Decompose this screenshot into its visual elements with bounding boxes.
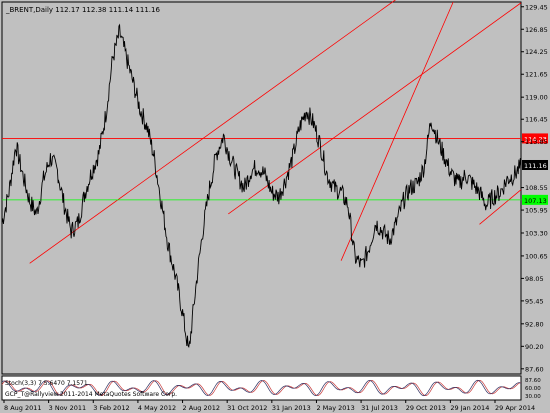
y-tick-label: 103.30 <box>525 229 548 237</box>
y-tick-label: 92.80 <box>525 320 544 328</box>
oscillator-label: Stoch(3,3) 7 5.6470 7.1571 <box>5 380 88 387</box>
y-tick-label: 98.05 <box>525 275 544 283</box>
x-tick-label: 31 Oct 2012 <box>227 404 267 412</box>
x-tick-label: 29 Oct 2013 <box>406 404 446 412</box>
y-tick-label: 129.45 <box>525 3 548 11</box>
y-tick-label: 116.45 <box>525 116 548 124</box>
osc-y-tick-label: 60.00 <box>525 386 541 392</box>
x-tick-label: 29 Apr 2014 <box>495 404 535 412</box>
price-chart: _BRENT,Daily 112.17 112.38 111.14 111.16… <box>0 0 550 413</box>
x-tick-label: 4 May 2012 <box>138 404 176 412</box>
x-tick-label: 3 Feb 2012 <box>93 404 129 412</box>
y-tick-label: 124.25 <box>525 48 548 56</box>
y-tick-label: 95.45 <box>525 297 544 305</box>
y-tick-label: 87.60 <box>525 365 544 373</box>
osc-y-tick-label: 87.60 <box>525 378 541 384</box>
y-tick-label: 121.65 <box>525 71 548 79</box>
x-tick-label: 31 Jul 2013 <box>361 404 398 412</box>
x-tick-label: 2 May 2013 <box>316 404 354 412</box>
chart-title: _BRENT,Daily 112.17 112.38 111.14 111.16 <box>5 6 160 14</box>
x-tick-label: 3 Nov 2011 <box>49 404 87 412</box>
osc-y-tick-label: 30.00 <box>525 394 541 400</box>
oscillator-label-2: GCP_T@Rallyview.2011-2014 MetaQuotes Sof… <box>5 391 177 398</box>
x-tick-label: 8 Aug 2011 <box>4 404 42 412</box>
x-tick-label: 31 Jan 2013 <box>272 404 311 412</box>
current-price-label: 111.16 <box>524 162 547 170</box>
y-tick-label: 90.20 <box>525 343 544 351</box>
x-tick-label: 29 Jan 2014 <box>450 404 489 412</box>
x-tick-label: 2 Aug 2012 <box>183 404 221 412</box>
y-tick-label: 119.00 <box>525 94 548 102</box>
y-tick-label: 105.95 <box>525 207 548 215</box>
y-tick-label: 100.65 <box>525 252 548 260</box>
level-label-2: 107.13 <box>524 197 547 205</box>
y-tick-label: 113.85 <box>525 138 548 146</box>
y-tick-label: 108.55 <box>525 184 548 192</box>
y-tick-label: 126.85 <box>525 26 548 34</box>
